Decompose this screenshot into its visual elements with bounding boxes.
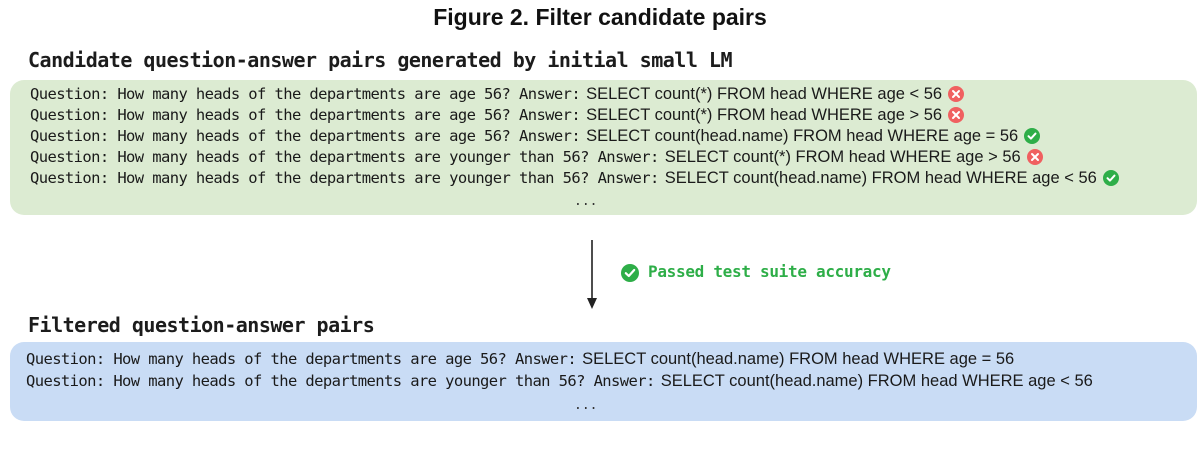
pair-question: Question: How many heads of the departme… [30,127,581,145]
pair-answer: SELECT count(*) FROM head WHERE age > 56 [586,106,943,124]
pair-answer: SELECT count(*) FROM head WHERE age < 56 [586,85,943,103]
filtered-pair-2: Question: How many heads of the departme… [26,371,1093,392]
filter-step: Passed test suite accuracy [620,262,891,288]
pair-question: Question: How many heads of the departme… [26,350,577,368]
filtered-pairs-panel: Question: How many heads of the departme… [10,342,1197,421]
filtered-pairs-heading: Filtered question-answer pairs [28,313,375,337]
pass-check-icon [1102,170,1119,192]
candidate-pairs-heading: Candidate question-answer pairs generate… [28,48,733,72]
filtered-pair-1: Question: How many heads of the departme… [26,349,1014,370]
filter-step-label: Passed test suite accuracy [648,262,891,281]
figure-title: Figure 2. Filter candidate pairs [433,4,767,30]
pair-question: Question: How many heads of the departme… [26,372,655,390]
candidate-pair-5: Question: How many heads of the departme… [30,168,1119,192]
check-circle-icon [620,263,640,288]
candidate-ellipsis: ... [574,194,598,209]
pair-answer: SELECT count(head.name) FROM head WHERE … [586,127,1019,145]
pair-answer: SELECT count(head.name) FROM head WHERE … [660,372,1093,390]
pair-answer: SELECT count(head.name) FROM head WHERE … [582,350,1015,368]
pair-answer: SELECT count(head.name) FROM head WHERE … [664,169,1097,187]
filtered-ellipsis: ... [574,398,598,413]
pair-question: Question: How many heads of the departme… [30,148,659,166]
pair-question: Question: How many heads of the departme… [30,85,581,103]
candidate-pairs-panel: Question: How many heads of the departme… [10,80,1197,215]
pair-answer: SELECT count(*) FROM head WHERE age > 56 [664,148,1021,166]
pair-question: Question: How many heads of the departme… [30,169,659,187]
pair-question: Question: How many heads of the departme… [30,106,581,124]
down-arrow-icon [587,240,597,309]
